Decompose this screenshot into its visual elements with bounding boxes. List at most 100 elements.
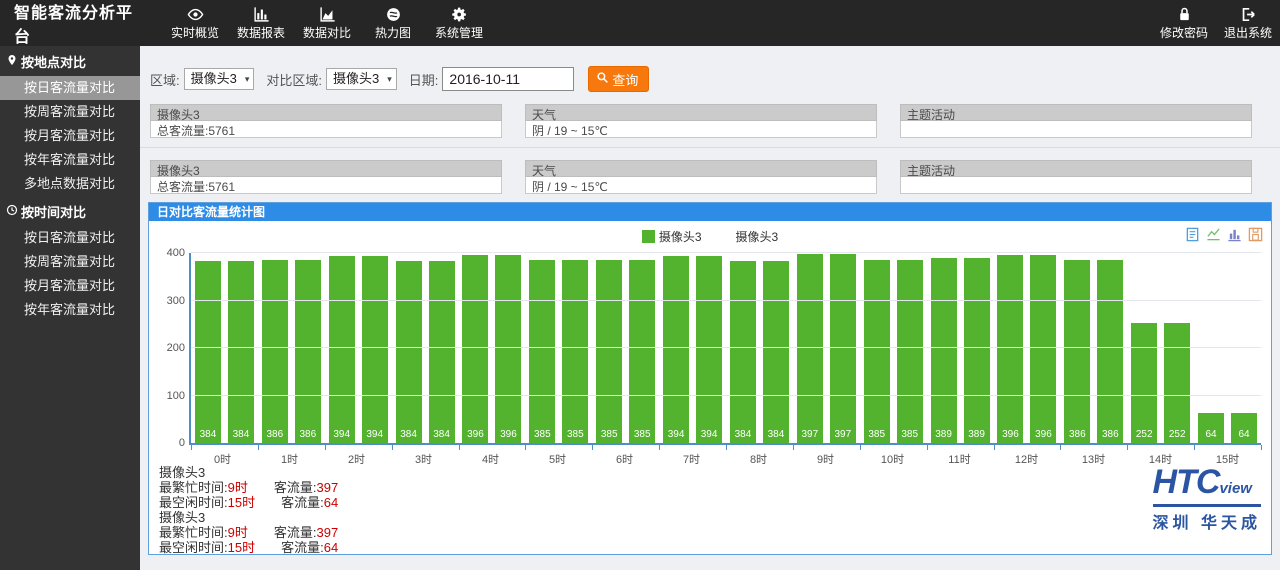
nav-item-heatmap[interactable]: 热力图	[360, 0, 426, 46]
bar[interactable]: 394	[696, 256, 722, 443]
bar-chart-icon[interactable]	[1227, 227, 1242, 247]
weather-info-box: 天气 阴 / 19 ~ 15℃	[525, 160, 877, 194]
bar[interactable]: 64	[1198, 413, 1224, 443]
y-axis-tick-label: 300	[155, 295, 185, 307]
sidebar-item-daily-flow-by-time[interactable]: 按日客流量对比	[0, 226, 140, 250]
nav-item-change-password[interactable]: 修改密码	[1152, 6, 1216, 41]
sidebar-item-monthly-flow-by-location[interactable]: 按月客流量对比	[0, 124, 140, 148]
legend-item-camera3-a[interactable]: 摄像头3	[642, 228, 702, 245]
nav-item-data-report[interactable]: 数据报表	[228, 0, 294, 46]
bar[interactable]: 252	[1131, 323, 1157, 443]
legend-swatch	[642, 230, 655, 243]
save-image-icon[interactable]	[1248, 227, 1263, 247]
bar[interactable]: 385	[629, 260, 655, 443]
sidebar-item-daily-flow-by-location[interactable]: 按日客流量对比	[0, 76, 140, 100]
bar[interactable]: 396	[1030, 255, 1056, 443]
search-button[interactable]: 查询	[588, 66, 649, 92]
search-button-label: 查询	[612, 70, 638, 89]
region-select[interactable]: 摄像头3 ▾	[184, 68, 255, 90]
nav-item-logout[interactable]: 退出系统	[1216, 6, 1280, 41]
stats-busy-line: 最繁忙时间:9时客流量:397	[159, 525, 338, 540]
bar[interactable]: 384	[396, 261, 422, 443]
bar[interactable]: 396	[997, 255, 1023, 443]
sidebar-item-monthly-flow-by-time[interactable]: 按月客流量对比	[0, 274, 140, 298]
x-axis-tick-label: 11时	[926, 451, 993, 467]
nav-item-data-compare[interactable]: 数据对比	[294, 0, 360, 46]
info-row-1: 摄像头3 总客流量:5761 天气 阴 / 19 ~ 15℃ 主题活动	[150, 104, 1280, 138]
sidebar: 按地点对比 按日客流量对比 按周客流量对比 按月客流量对比 按年客流量对比 多地…	[0, 46, 140, 570]
bar[interactable]: 396	[495, 255, 521, 443]
stats-idle-line: 最空闲时间:15时客流量:64	[159, 495, 338, 510]
nav-item-realtime-overview[interactable]: 实时概览	[162, 0, 228, 46]
heatmap-icon	[385, 6, 402, 23]
bar[interactable]: 397	[797, 254, 823, 443]
x-axis-tick	[191, 445, 192, 450]
bar[interactable]: 64	[1231, 413, 1257, 443]
flow-label: 客流量:	[274, 525, 317, 540]
bar[interactable]: 394	[362, 256, 388, 443]
legend-label: 摄像头3	[659, 228, 702, 245]
bar[interactable]: 386	[1097, 260, 1123, 443]
bar[interactable]: 384	[195, 261, 221, 443]
bar-group: 396 396	[459, 253, 526, 443]
bar[interactable]: 396	[462, 255, 488, 443]
bar-value-label: 385	[596, 429, 622, 440]
bar[interactable]: 394	[329, 256, 355, 443]
gridline	[191, 395, 1261, 396]
bar[interactable]: 385	[864, 260, 890, 443]
region-select-value: 摄像头3	[191, 69, 237, 89]
bar[interactable]: 385	[562, 260, 588, 443]
bar[interactable]: 386	[1064, 260, 1090, 443]
nav-item-system-admin[interactable]: 系统管理	[426, 0, 492, 46]
bar[interactable]: 385	[529, 260, 555, 443]
bar-value-label: 396	[462, 429, 488, 440]
idle-time-value: 15时	[228, 495, 255, 510]
x-axis-tick	[726, 445, 727, 450]
chart-panel-body: 摄像头3 摄像头3 384384386386394394384384396396…	[149, 221, 1271, 554]
sidebar-item-yearly-flow-by-time[interactable]: 按年客流量对比	[0, 298, 140, 322]
sidebar-item-yearly-flow-by-location[interactable]: 按年客流量对比	[0, 148, 140, 172]
search-icon	[596, 71, 609, 87]
bar[interactable]: 386	[262, 260, 288, 443]
bar[interactable]: 384	[763, 261, 789, 443]
info-box-value: 总客流量:5761	[150, 177, 502, 194]
chart-stats: 摄像头3 最繁忙时间:9时客流量:397 最空闲时间:15时客流量:64 摄像头…	[159, 465, 338, 555]
bar[interactable]: 384	[228, 261, 254, 443]
bar-group: 384 384	[191, 253, 258, 443]
busy-time-label: 最繁忙时间:	[159, 480, 228, 495]
compare-region-select[interactable]: 摄像头3 ▾	[326, 68, 397, 90]
bar[interactable]: 389	[931, 258, 957, 443]
bar-value-label: 384	[396, 429, 422, 440]
line-chart-icon[interactable]	[1206, 227, 1221, 247]
bar[interactable]: 385	[596, 260, 622, 443]
gridline	[191, 347, 1261, 348]
sidebar-item-weekly-flow-by-location[interactable]: 按周客流量对比	[0, 100, 140, 124]
bar[interactable]: 385	[897, 260, 923, 443]
bar[interactable]: 394	[663, 256, 689, 443]
bar-value-label: 389	[964, 429, 990, 440]
nav-label: 退出系统	[1224, 24, 1272, 41]
bar[interactable]: 252	[1164, 323, 1190, 443]
bar[interactable]: 384	[429, 261, 455, 443]
info-box-value: 总客流量:5761	[150, 121, 502, 138]
logo-caption: 深圳 华天成	[1153, 509, 1261, 533]
bar-value-label: 384	[195, 429, 221, 440]
legend-item-camera3-b[interactable]: 摄像头3	[736, 228, 779, 245]
chart-plot: 3843843863863943943843843963963853853853…	[189, 253, 1261, 445]
bar-value-label: 397	[830, 429, 856, 440]
report-chart-icon	[253, 6, 270, 23]
bar[interactable]: 397	[830, 254, 856, 443]
date-input[interactable]	[442, 67, 574, 91]
chart-legend: 摄像头3 摄像头3	[149, 228, 1271, 245]
data-view-icon[interactable]	[1185, 227, 1200, 247]
bar[interactable]: 384	[730, 261, 756, 443]
sidebar-item-weekly-flow-by-time[interactable]: 按周客流量对比	[0, 250, 140, 274]
sidebar-item-multi-location-compare[interactable]: 多地点数据对比	[0, 172, 140, 196]
x-axis-tick	[258, 445, 259, 450]
bar[interactable]: 389	[964, 258, 990, 443]
nav-label: 修改密码	[1160, 24, 1208, 41]
bar[interactable]: 386	[295, 260, 321, 443]
bar-value-label: 386	[262, 429, 288, 440]
info-box-title: 天气	[525, 104, 877, 121]
x-axis-tick	[860, 445, 861, 450]
